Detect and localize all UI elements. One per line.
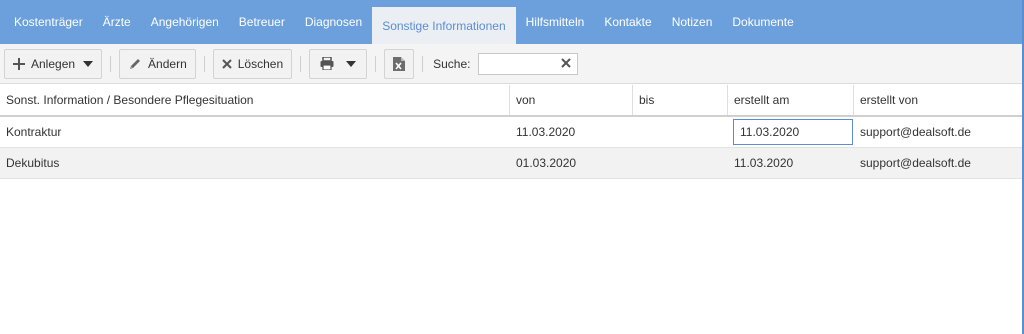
tab-angehoerigen[interactable]: Angehörigen <box>141 0 229 44</box>
toolbar-divider <box>422 55 424 72</box>
app-frame: Kostenträger Ärzte Angehörigen Betreuer … <box>0 0 1024 334</box>
loeschen-button[interactable]: Löschen <box>212 48 293 79</box>
tab-kostentraeger[interactable]: Kostenträger <box>0 0 93 44</box>
toolbar-divider <box>203 55 205 72</box>
table-row[interactable]: Dekubitus 01.03.2020 11.03.2020 support@… <box>0 148 1022 179</box>
print-button[interactable] <box>309 48 368 79</box>
excel-export-button[interactable] <box>384 48 415 79</box>
grid-header: Sonst. Information / Besondere Pflegesit… <box>0 85 1022 117</box>
aendern-button[interactable]: Ändern <box>119 48 196 79</box>
caret-down-icon[interactable] <box>83 60 94 67</box>
cell-von[interactable]: 01.03.2020 <box>510 148 633 178</box>
tab-sonstige-informationen[interactable]: Sonstige Informationen <box>372 7 516 44</box>
tab-dokumente[interactable]: Dokumente <box>722 0 803 44</box>
anlegen-label: Anlegen <box>31 56 76 71</box>
table-row[interactable]: Kontraktur 11.03.2020 11.03.2020 support… <box>0 117 1022 148</box>
column-header-erstellt-von[interactable]: erstellt von <box>854 85 1022 115</box>
cell-erstellt-am[interactable]: 11.03.2020 <box>732 118 854 146</box>
x-icon <box>222 58 232 69</box>
caret-down-icon[interactable] <box>346 60 357 67</box>
loeschen-label: Löschen <box>237 56 284 71</box>
search-field[interactable] <box>478 52 579 75</box>
tab-notizen[interactable]: Notizen <box>662 0 723 44</box>
toolbar-divider <box>300 55 302 72</box>
column-header-information[interactable]: Sonst. Information / Besondere Pflegesit… <box>0 85 510 115</box>
aendern-label: Ändern <box>148 56 187 71</box>
column-header-erstellt-am[interactable]: erstellt am <box>728 85 854 115</box>
info-grid: Sonst. Information / Besondere Pflegesit… <box>0 85 1022 179</box>
clear-icon[interactable] <box>561 57 572 71</box>
toolbar-divider <box>375 55 377 72</box>
toolbar: Anlegen Ändern Löschen Suche: <box>0 44 1022 84</box>
anlegen-button[interactable]: Anlegen <box>4 48 103 79</box>
excel-icon <box>393 56 406 71</box>
tab-bar: Kostenträger Ärzte Angehörigen Betreuer … <box>0 0 1024 44</box>
search-input[interactable] <box>479 53 558 74</box>
cell-von[interactable]: 11.03.2020 <box>510 117 633 147</box>
printer-icon <box>320 57 334 70</box>
toolbar-divider <box>110 55 112 72</box>
tab-hilfsmitteln[interactable]: Hilfsmitteln <box>516 0 595 44</box>
pencil-icon <box>128 57 142 71</box>
column-header-bis[interactable]: bis <box>633 85 728 115</box>
cell-erstellt-von[interactable]: support@dealsoft.de <box>854 148 1022 178</box>
cell-erstellt-am[interactable]: 11.03.2020 <box>728 148 854 178</box>
cell-bis[interactable] <box>633 117 728 147</box>
column-header-von[interactable]: von <box>510 85 633 115</box>
tab-betreuer[interactable]: Betreuer <box>229 0 295 44</box>
cell-erstellt-von[interactable]: support@dealsoft.de <box>854 117 1022 147</box>
plus-icon <box>13 57 25 70</box>
tab-diagnosen[interactable]: Diagnosen <box>295 0 372 44</box>
cell-information[interactable]: Dekubitus <box>0 148 510 178</box>
tab-kontakte[interactable]: Kontakte <box>594 0 661 44</box>
cell-information[interactable]: Kontraktur <box>0 117 510 147</box>
cell-bis[interactable] <box>633 148 728 178</box>
tab-aerzte[interactable]: Ärzte <box>93 0 141 44</box>
search-label: Suche: <box>433 56 471 71</box>
